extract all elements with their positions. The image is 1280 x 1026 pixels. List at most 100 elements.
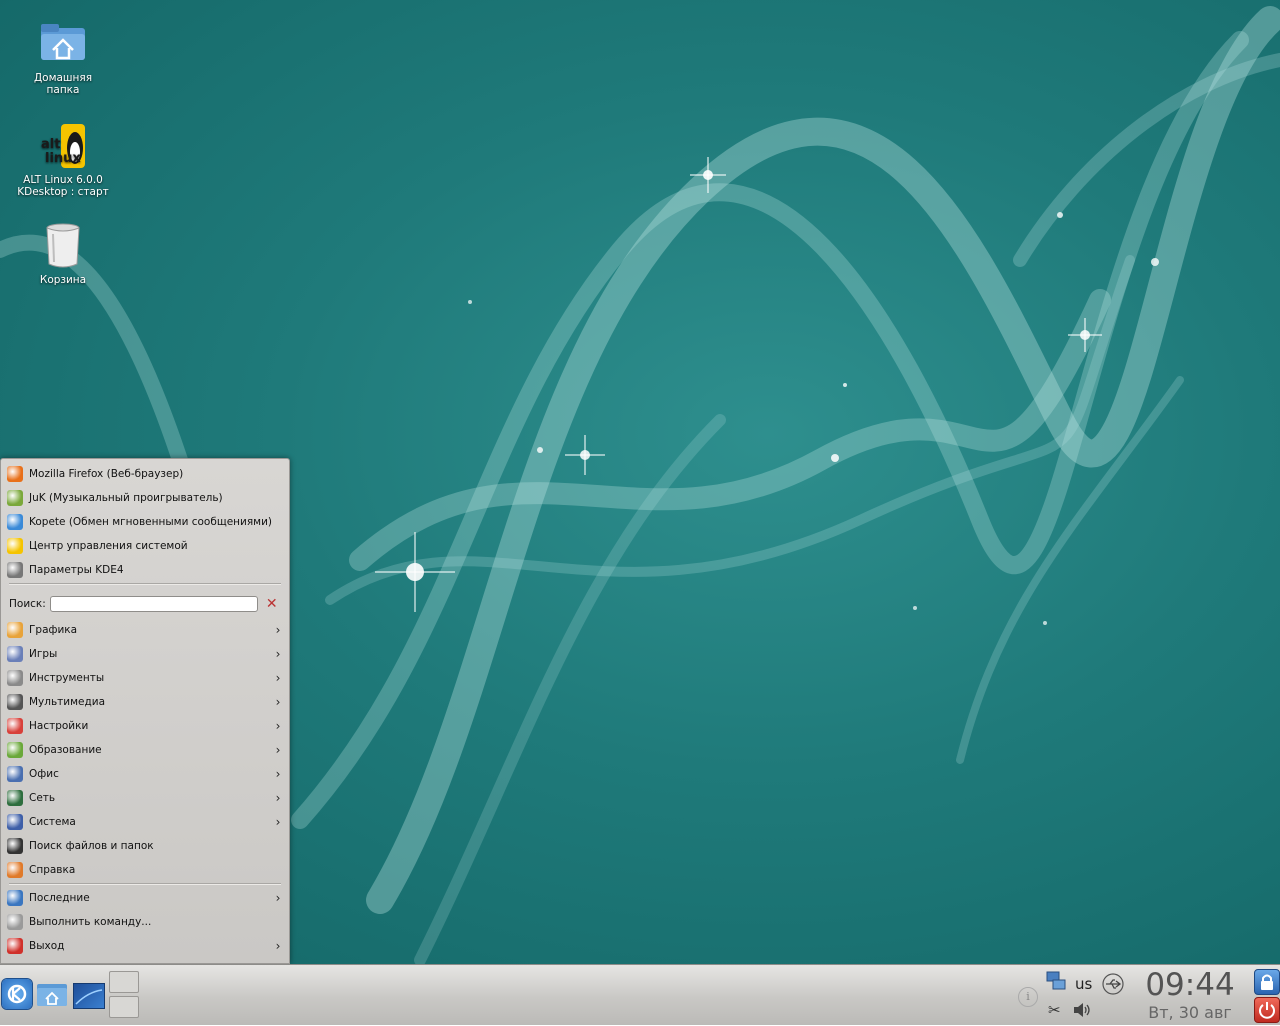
home-folder-launcher[interactable]	[36, 981, 68, 1007]
submenu-arrow-icon: ›	[275, 623, 281, 637]
menu-item-label: Выход	[29, 940, 65, 952]
search-input[interactable]	[49, 596, 258, 612]
category-item[interactable]: Графика ›	[7, 619, 283, 641]
menu-item-label: Инструменты	[29, 672, 105, 684]
category-item[interactable]: Офис ›	[7, 763, 283, 785]
submenu-arrow-icon: ›	[275, 815, 281, 829]
menu-item-label: Параметры KDE4	[29, 564, 124, 576]
keyboard-layout-indicator[interactable]: us	[1075, 975, 1092, 993]
power-icon	[1259, 1002, 1275, 1019]
lock-icon	[1261, 974, 1273, 990]
category-item[interactable]: Система ›	[7, 811, 283, 833]
favorite-item[interactable]: Параметры KDE4	[7, 559, 283, 581]
category-item[interactable]: Игры ›	[7, 643, 283, 665]
submenu-arrow-icon: ›	[275, 939, 281, 953]
bottom-menu-item[interactable]: Выполнить команду...	[7, 911, 283, 933]
run-icon	[7, 914, 23, 930]
lock-screen-button[interactable]	[1254, 969, 1280, 995]
submenu-arrow-icon: ›	[275, 791, 281, 805]
multimedia-icon	[7, 694, 23, 710]
favorite-item[interactable]: Kopete (Обмен мгновенными сообщениями)	[7, 511, 283, 533]
clear-search-icon[interactable]: ✕	[264, 596, 280, 612]
category-item[interactable]: Настройки ›	[7, 715, 283, 737]
bottom-menu-item[interactable]: Выход ›	[7, 935, 283, 957]
favorite-item[interactable]: Центр управления системой	[7, 535, 283, 557]
category-item[interactable]: Образование ›	[7, 739, 283, 761]
menu-item-label: Центр управления системой	[29, 540, 188, 552]
games-icon	[7, 646, 23, 662]
network-monitor-icon	[1046, 971, 1066, 990]
submenu-arrow-icon: ›	[275, 767, 281, 781]
favorite-item[interactable]: JuK (Музыкальный проигрыватель)	[7, 487, 283, 509]
settings-icon	[7, 718, 23, 734]
menu-item-label: JuK (Музыкальный проигрыватель)	[29, 492, 223, 504]
logout-icon	[7, 938, 23, 954]
menu-item-label: Графика	[29, 624, 78, 636]
pager-desktop-2[interactable]	[109, 996, 139, 1018]
menu-item-label: Образование	[29, 744, 102, 756]
folder-home-icon	[41, 24, 85, 60]
menu-item-label: Выполнить команду...	[29, 916, 152, 928]
network-icon	[7, 790, 23, 806]
usb-device-icon[interactable]	[1102, 973, 1124, 995]
clock-time[interactable]: 09:44	[1140, 967, 1240, 1003]
binoculars-icon	[7, 838, 23, 854]
menu-item-label: Игры	[29, 648, 58, 660]
menu-item-label: Сеть	[29, 792, 56, 804]
show-desktop-button[interactable]	[73, 983, 105, 1009]
kde-launcher-button[interactable]	[2, 979, 32, 1009]
altlinux-start-desktop-icon[interactable]: alt linux ALT Linux 6.0.0 KDesktop : ста…	[15, 122, 111, 198]
menu-item[interactable]: Справка	[7, 859, 283, 881]
folder-home-icon	[37, 984, 67, 1006]
submenu-arrow-icon: ›	[275, 671, 281, 685]
clipboard-scissors-icon[interactable]: ✂	[1048, 1001, 1066, 1019]
search-row: Поиск: ✕	[9, 593, 281, 615]
altlinux-logo-icon: alt linux	[41, 124, 85, 168]
trash-bin-icon	[46, 223, 80, 268]
home-folder-desktop-icon[interactable]: Домашняя папка	[15, 20, 111, 96]
settings-tools-icon	[7, 562, 23, 578]
application-launcher-menu: Mozilla Firefox (Веб-браузер) JuK (Музыка…	[0, 458, 290, 964]
menu-item-label: Справка	[29, 864, 76, 876]
speaker-icon	[1074, 1003, 1090, 1017]
firefox-icon	[7, 466, 23, 482]
system-icon	[7, 814, 23, 830]
menu-item-label: Мультимедиа	[29, 696, 106, 708]
desktop-icon	[75, 989, 103, 1005]
trash-desktop-icon[interactable]: Корзина	[15, 222, 111, 286]
menu-separator	[9, 883, 281, 884]
info-icon[interactable]: i	[1018, 987, 1038, 1007]
volume-icon[interactable]	[1072, 1001, 1092, 1019]
submenu-arrow-icon: ›	[275, 891, 281, 905]
favorite-item[interactable]: Mozilla Firefox (Веб-браузер)	[7, 463, 283, 485]
bottom-menu-item[interactable]: Последние ›	[7, 887, 283, 909]
altlinux-icon	[7, 538, 23, 554]
kopete-icon	[7, 514, 23, 530]
search-label: Поиск:	[9, 598, 46, 610]
shutdown-button[interactable]	[1254, 997, 1280, 1023]
network-icon[interactable]	[1046, 971, 1066, 991]
tools-icon	[7, 670, 23, 686]
recent-icon	[7, 890, 23, 906]
menu-item-label: Настройки	[29, 720, 89, 732]
taskbar: i us ✂ 09:44 Вт, 30 авг	[0, 964, 1280, 1025]
menu-item-label: Система	[29, 816, 76, 828]
menu-item[interactable]: Поиск файлов и папок	[7, 835, 283, 857]
pager-desktop-1[interactable]	[109, 971, 139, 993]
category-item[interactable]: Инструменты ›	[7, 667, 283, 689]
education-icon	[7, 742, 23, 758]
svg-text:alt: alt	[41, 137, 60, 152]
menu-item-label: Последние	[29, 892, 90, 904]
menu-item-label: Поиск файлов и папок	[29, 840, 154, 852]
kde-logo-icon	[7, 984, 27, 1004]
graphics-icon	[7, 622, 23, 638]
category-item[interactable]: Мультимедиа ›	[7, 691, 283, 713]
menu-separator	[9, 583, 281, 584]
office-icon	[7, 766, 23, 782]
menu-item-label: Офис	[29, 768, 59, 780]
menu-item-label: Mozilla Firefox (Веб-браузер)	[29, 468, 184, 480]
menu-item-label: Kopete (Обмен мгновенными сообщениями)	[29, 516, 273, 528]
clock-date[interactable]: Вт, 30 авг	[1140, 1003, 1240, 1022]
submenu-arrow-icon: ›	[275, 719, 281, 733]
category-item[interactable]: Сеть ›	[7, 787, 283, 809]
